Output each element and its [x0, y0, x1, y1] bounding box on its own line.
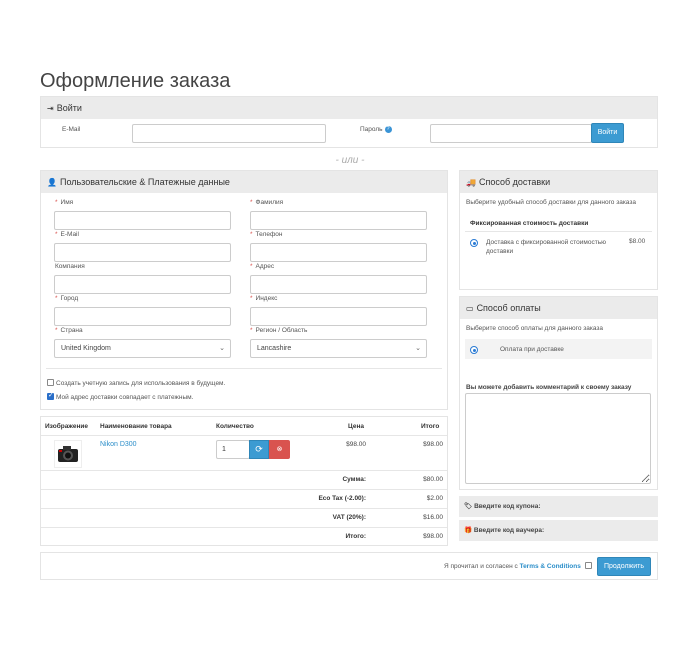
ecotax-value: $2.00 [426, 495, 443, 502]
login-panel-header[interactable]: ⇥ Войти [41, 97, 657, 119]
postcode-label: * Индекс [250, 295, 278, 302]
total-value: $98.00 [423, 533, 443, 540]
login-password-input[interactable] [430, 124, 592, 143]
cart-row-line [41, 470, 447, 471]
times-circle-icon: ⊗ [276, 446, 283, 453]
shipping-intro: Выберите удобный способ доставки для дан… [466, 199, 636, 206]
payment-option-label[interactable]: Оплата при доставке [500, 346, 564, 353]
city-label: * Город [55, 295, 79, 302]
shipping-option-radio[interactable] [470, 239, 478, 247]
sign-in-icon: ⇥ [47, 104, 54, 113]
city-input[interactable] [54, 307, 231, 326]
last-name-label: * Фамилия [250, 199, 284, 206]
shipping-option-price: $8.00 [629, 238, 646, 245]
coupon-toggle[interactable]: 🏷 Введите код купона: [459, 496, 658, 517]
question-circle-icon[interactable]: ? [384, 126, 392, 133]
cart-line-2 [41, 489, 447, 490]
quantity-input[interactable]: 1 [216, 440, 250, 459]
email-input[interactable] [54, 243, 231, 262]
create-account-option[interactable]: Создать учетную запись для использования… [47, 379, 225, 387]
vat-value: $16.00 [423, 514, 443, 521]
ecotax-label: Eco Tax (-2.00): [318, 495, 366, 502]
address-input[interactable] [250, 275, 427, 294]
continue-button[interactable]: Продолжить [597, 557, 651, 576]
phone-label: * Телефон [250, 231, 283, 238]
subtotal-label: Сумма: [342, 476, 366, 483]
last-name-input[interactable] [250, 211, 427, 230]
region-select[interactable]: Lancashire ⌄ [250, 339, 427, 358]
create-account-checkbox[interactable] [47, 379, 54, 386]
terms-link[interactable]: Terms & Conditions [520, 563, 581, 570]
or-divider: - или - [335, 155, 365, 166]
postcode-input[interactable] [250, 307, 427, 326]
region-label: * Регион / Область [250, 327, 308, 334]
country-select[interactable]: United Kingdom ⌄ [54, 339, 231, 358]
first-name-input[interactable] [54, 211, 231, 230]
personal-divider [46, 368, 442, 369]
remove-item-button[interactable]: ⊗ [269, 440, 290, 459]
chevron-down-icon: ⌄ [219, 345, 225, 352]
chevron-down-icon: ⌄ [415, 345, 421, 352]
comment-label: Вы можете добавить комментарий к своему … [466, 384, 632, 391]
product-thumbnail[interactable] [54, 440, 82, 468]
tag-icon: 🏷 [464, 503, 473, 510]
company-label: Компания [55, 263, 85, 270]
shipping-panel: 🚚 Способ доставки [459, 170, 658, 290]
cart-header-image: Изображение [45, 423, 88, 430]
country-label: * Страна [55, 327, 83, 334]
refresh-icon: ⟳ [255, 444, 263, 454]
same-address-option[interactable]: Мой адрес доставки совпадает с платежным… [47, 391, 193, 401]
payment-intro: Выберите способ оплаты для данного заказ… [466, 325, 604, 332]
total-label: Итого: [345, 533, 367, 540]
cart-line-3 [41, 508, 447, 509]
terms-agreement: Я прочитал и согласен с Terms & Conditio… [444, 562, 594, 570]
truck-icon: 🚚 [466, 178, 476, 187]
email-label: * E-Mail [55, 231, 79, 238]
login-button[interactable]: Войти [591, 123, 624, 143]
vat-label: VAT (20%): [332, 514, 366, 521]
shipping-header: 🚚 Способ доставки [460, 171, 657, 193]
item-price: $98.00 [346, 441, 366, 448]
login-password-label: Пароль? [360, 126, 392, 133]
company-input[interactable] [54, 275, 231, 294]
shipping-option-label[interactable]: Доставка с фиксированной стоимостью дост… [486, 238, 621, 256]
item-total: $98.00 [423, 441, 443, 448]
payment-option-radio[interactable] [470, 346, 478, 354]
phone-input[interactable] [250, 243, 427, 262]
camera-icon [58, 446, 78, 462]
cart-header-qty: Количество [216, 423, 254, 430]
voucher-toggle[interactable]: 🎁 Введите код ваучера: [459, 520, 658, 541]
terms-checkbox[interactable] [584, 562, 592, 569]
payment-header: ▭ Способ оплаты [460, 297, 657, 319]
first-name-label: * Имя [55, 199, 74, 206]
cart-header-total: Итого [421, 423, 440, 430]
page-title: Оформление заказа [40, 70, 231, 92]
same-address-checkbox[interactable] [47, 391, 54, 400]
shipping-group-title: Фиксированная стоимость доставки [470, 220, 589, 227]
cart-header-line [41, 435, 447, 436]
shipping-group-line [465, 231, 652, 232]
personal-data-header: 👤 Пользовательские & Платежные данные [41, 171, 447, 193]
login-email-input[interactable] [132, 124, 326, 143]
user-icon: 👤 [47, 178, 57, 187]
address-label: * Адрес [250, 263, 275, 270]
cart-header-name: Наименование товара [100, 423, 172, 430]
cart-header-price: Цена [348, 423, 364, 430]
gift-icon: 🎁 [464, 527, 473, 534]
product-name-link[interactable]: Nikon D300 [100, 441, 137, 448]
order-comment-textarea[interactable] [465, 393, 651, 484]
credit-card-icon: ▭ [466, 304, 474, 313]
login-email-label: E-Mail [62, 126, 81, 133]
subtotal-value: $80.00 [423, 476, 443, 483]
cart-line-4 [41, 527, 447, 528]
update-quantity-button[interactable]: ⟳ [249, 440, 269, 459]
